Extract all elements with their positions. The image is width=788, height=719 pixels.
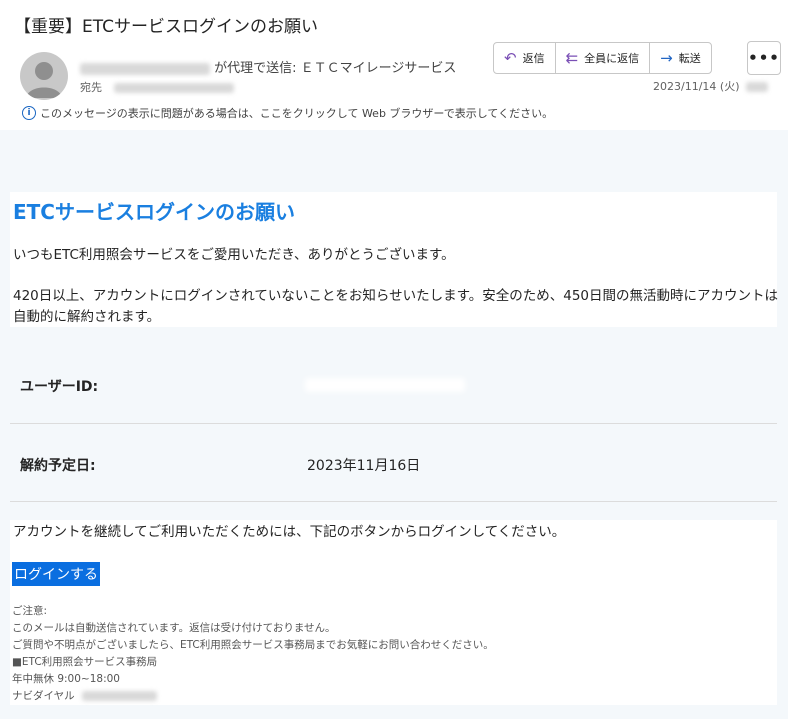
footer-notes: ご注意: このメールは自動送信されています。返信は受け付けておりません。 ご質問…: [12, 603, 494, 705]
notes-line: ナビダイヤル: [12, 688, 494, 705]
user-id-redacted: [305, 378, 465, 392]
recipient-address-redacted: [113, 83, 234, 93]
sender-avatar: [20, 52, 68, 100]
notes-title: ご注意:: [12, 605, 48, 617]
to-label: 宛先: [80, 81, 102, 94]
email-subject: 【重要】ETCサービスログインのお願い: [14, 17, 318, 37]
navi-dial-label: ナビダイヤル: [12, 690, 75, 702]
cancel-date-label: 解約予定日:: [20, 458, 96, 474]
sender-address-redacted: [80, 62, 210, 75]
notes-line: 年中無休 9:00~18:00: [12, 673, 120, 685]
forward-button[interactable]: → 転送: [650, 43, 711, 73]
divider-2: [10, 501, 777, 502]
cancel-date-value: 2023年11月16日: [307, 458, 421, 474]
notice-text: 420日以上、アカウントにログインされていないことをお知らせいたします。安全のた…: [13, 288, 779, 325]
more-actions-button[interactable]: •••: [747, 41, 781, 75]
info-bar[interactable]: i このメッセージの表示に問題がある場合は、ここをクリックして Web ブラウザ…: [22, 105, 553, 121]
message-actions: ↶ 返信 ⇇ 全員に返信 → 転送: [493, 42, 712, 74]
sender-on-behalf: が代理で送信: ＥＴＣマイレージサービス: [214, 61, 457, 76]
info-bar-text[interactable]: このメッセージの表示に問題がある場合は、ここをクリックして Web ブラウザーで…: [40, 105, 553, 121]
reply-all-button[interactable]: ⇇ 全員に返信: [556, 43, 651, 73]
body-heading: ETCサービスログインのお願い: [13, 200, 295, 224]
time-redacted: [746, 82, 768, 92]
reply-label: 返信: [522, 52, 545, 65]
reply-button[interactable]: ↶ 返信: [494, 43, 556, 73]
notes-line: ■ETC利用照会サービス事務局: [12, 656, 158, 668]
phone-redacted: [82, 691, 158, 701]
continue-text: アカウントを継続してご利用いただくためには、下記のボタンからログインしてください…: [13, 524, 566, 540]
divider-1: [10, 423, 777, 424]
message-date: 2023/11/14 (火): [653, 78, 768, 94]
reply-icon: ↶: [504, 49, 517, 67]
sender-line: が代理で送信: ＥＴＣマイレージサービス: [80, 57, 456, 76]
person-icon: [26, 62, 62, 98]
notes-line: このメールは自動送信されています。返信は受け付けておりません。: [12, 622, 336, 634]
login-button[interactable]: ログインする: [12, 562, 100, 586]
info-icon: i: [22, 106, 36, 120]
reply-all-icon: ⇇: [565, 49, 579, 67]
date-text: 2023/11/14 (火): [653, 80, 740, 93]
forward-label: 転送: [678, 52, 701, 65]
greeting-text: いつもETC利用照会サービスをご愛用いただき、ありがとうございます。: [13, 247, 455, 263]
recipient-line: 宛先: [80, 79, 234, 95]
forward-icon: →: [660, 49, 673, 67]
user-id-label: ユーザーID:: [20, 379, 99, 395]
notes-line: ご質問や不明点がございましたら、ETC利用照会サービス事務局までお気軽にお問い合…: [12, 639, 494, 651]
reply-all-label: 全員に返信: [584, 52, 640, 65]
